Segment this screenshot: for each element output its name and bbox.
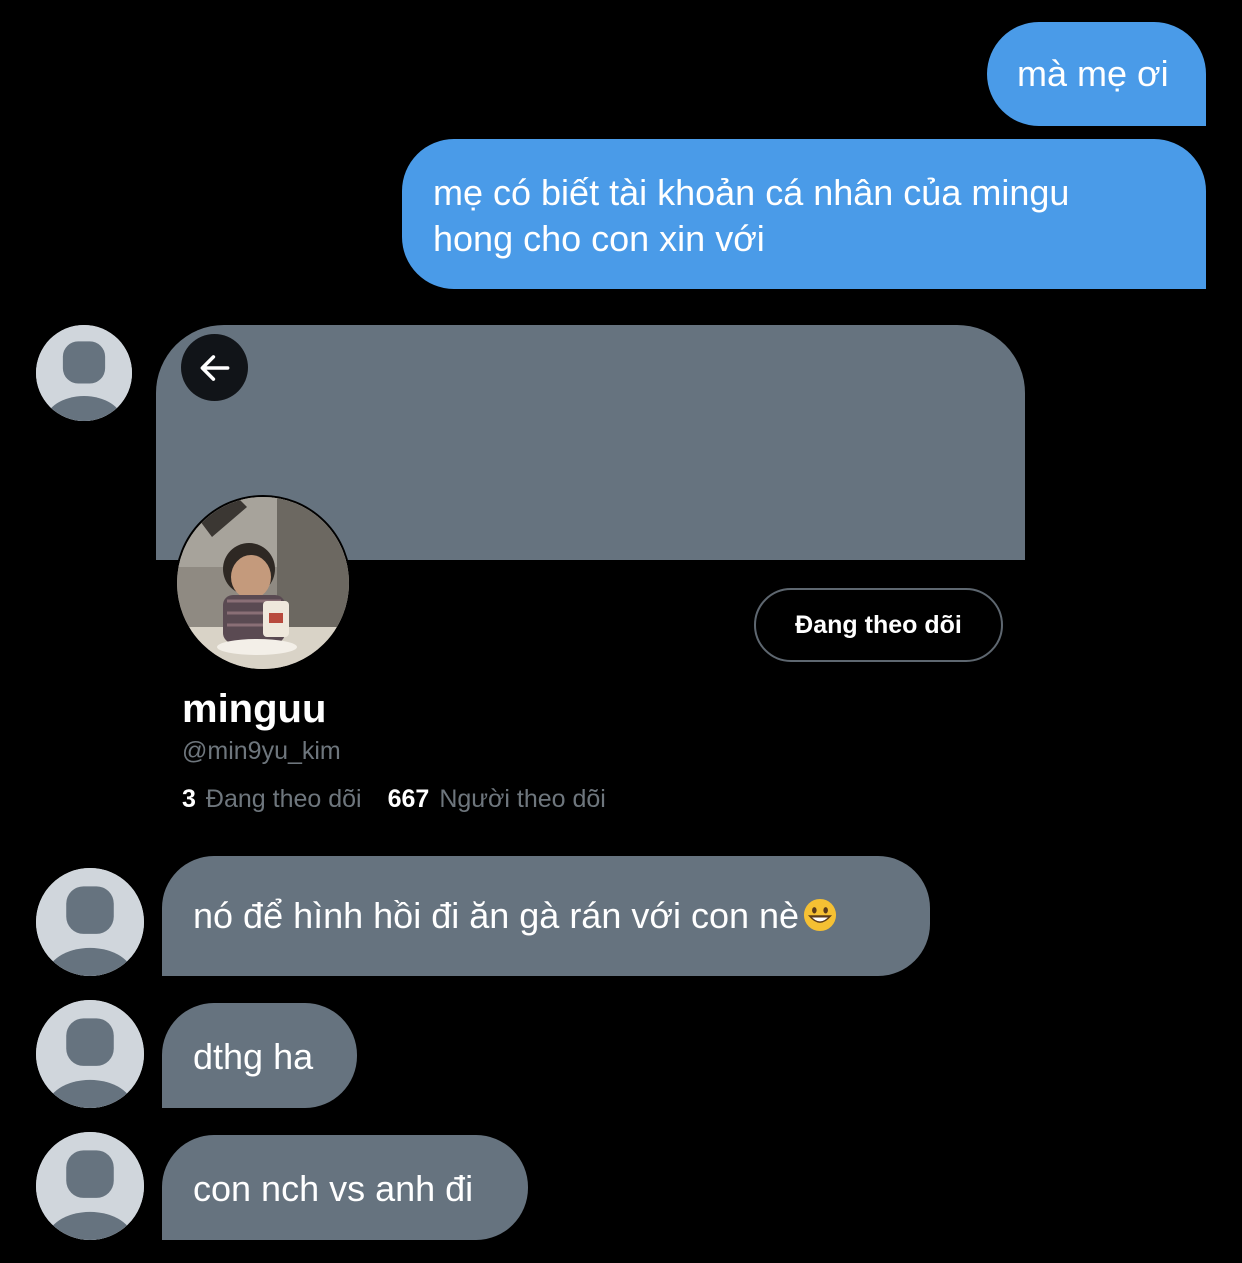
profile-display-name: minguu (182, 687, 327, 731)
following-label[interactable]: Đang theo dõi (206, 785, 362, 813)
followers-count[interactable]: 667 (388, 785, 430, 813)
grinning-face-emoji-icon (803, 898, 837, 932)
profile-handle: @min9yu_kim (182, 737, 341, 765)
sent-message-bubble: mà mẹ ơi (987, 22, 1206, 126)
shared-profile-card[interactable]: Đang theo dõi minguu @min9yu_kim 3 Đang t… (156, 325, 1025, 825)
message-text: con nch vs anh đi (193, 1168, 474, 1209)
message-text: dthg ha (193, 1036, 314, 1077)
arrow-left-icon (200, 354, 229, 381)
received-message-bubble: nó để hình hồi đi ăn gà rán với con nè (162, 856, 930, 976)
contact-avatar-placeholder[interactable] (36, 1000, 144, 1108)
message-text: hong cho con xin với (433, 218, 765, 259)
default-user-icon (36, 1000, 144, 1108)
sent-message-bubble: mẹ có biết tài khoản cá nhân của mingu h… (402, 139, 1206, 289)
default-user-icon (36, 868, 144, 976)
back-button[interactable] (181, 334, 248, 401)
following-count[interactable]: 3 (182, 785, 196, 813)
message-text: nó để hình hồi đi ăn gà rán với con nè (193, 895, 800, 936)
received-message-bubble: con nch vs anh đi (162, 1135, 528, 1240)
contact-avatar-placeholder[interactable] (36, 1132, 144, 1240)
default-user-icon (36, 325, 132, 421)
contact-avatar-placeholder[interactable] (36, 325, 132, 421)
profile-photo[interactable] (175, 495, 351, 671)
profile-photo-image (177, 497, 349, 669)
following-button[interactable]: Đang theo dõi (754, 588, 1003, 662)
contact-avatar-placeholder[interactable] (36, 868, 144, 976)
message-text: mà mẹ ơi (1017, 53, 1169, 94)
default-user-icon (36, 1132, 144, 1240)
followers-label[interactable]: Người theo dõi (439, 785, 606, 813)
received-message-bubble: dthg ha (162, 1003, 357, 1108)
message-text: mẹ có biết tài khoản cá nhân của mingu (433, 172, 1070, 213)
profile-stats: 3 Đang theo dõi 667 Người theo dõi (182, 783, 606, 815)
